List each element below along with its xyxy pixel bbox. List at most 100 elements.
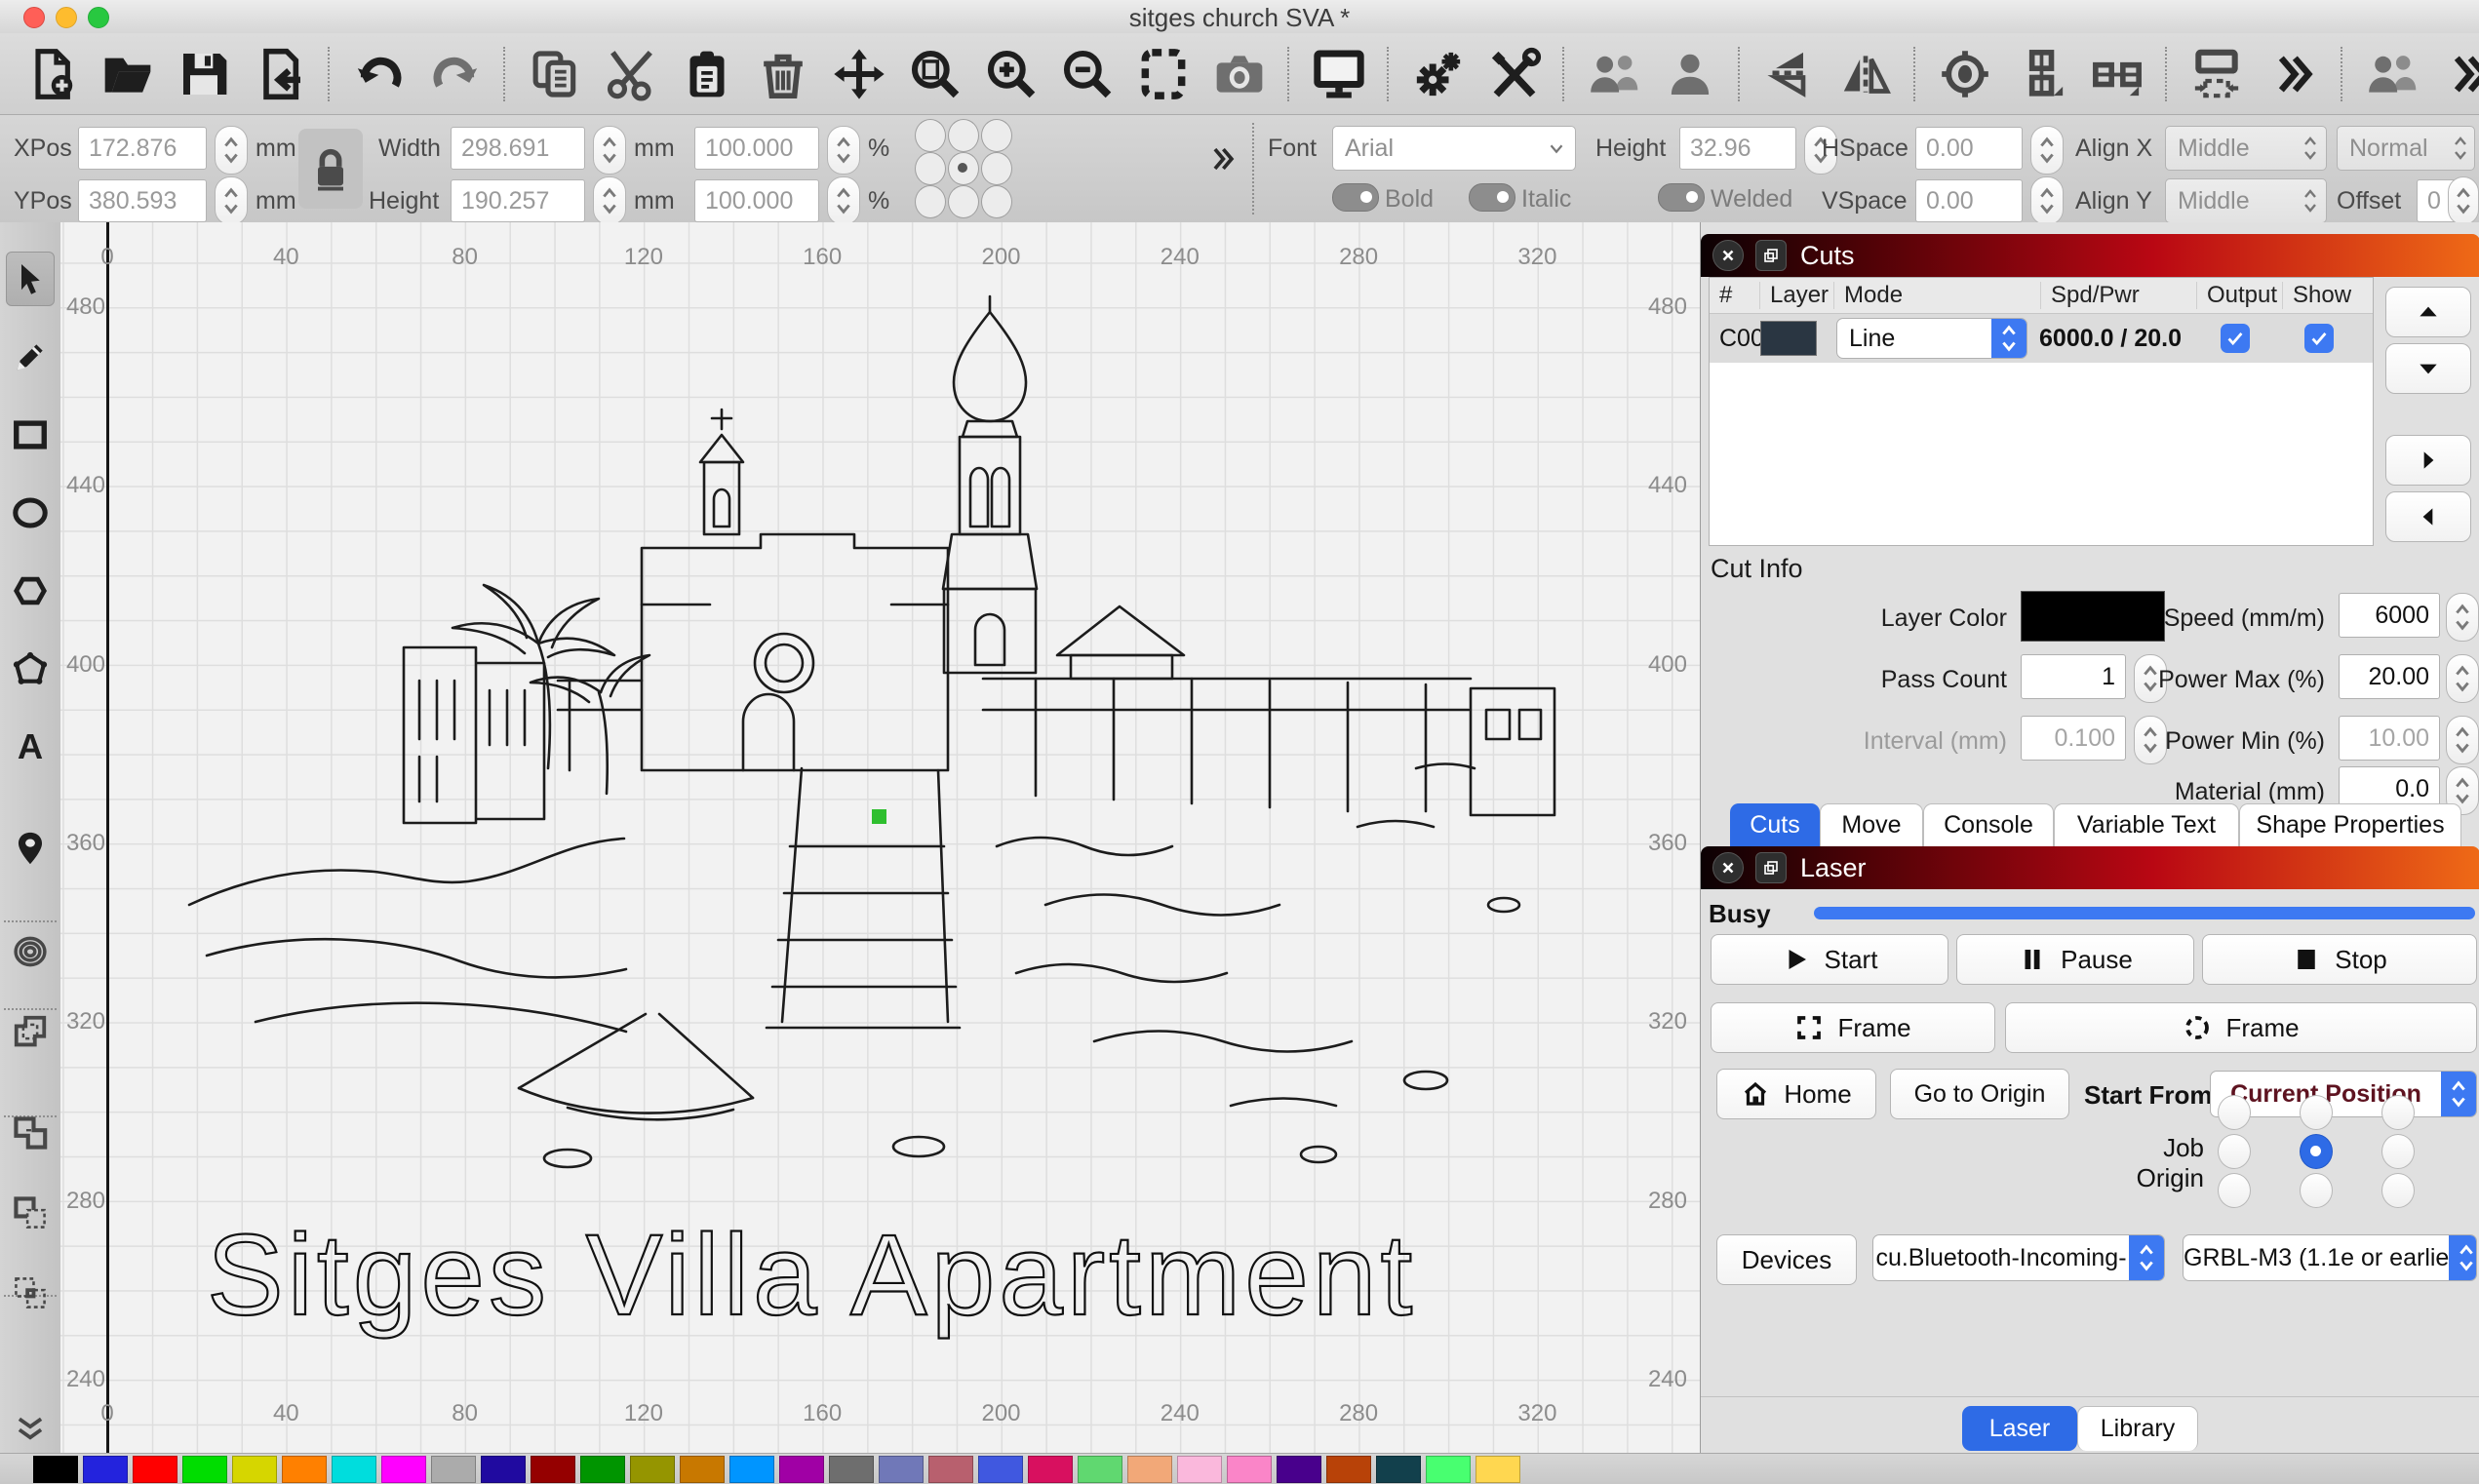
tab-move[interactable]: Move: [1820, 803, 1923, 846]
height-input[interactable]: [451, 179, 585, 222]
tab-cuts[interactable]: Cuts: [1730, 803, 1820, 846]
palette-color[interactable]: [580, 1456, 625, 1483]
cut-layer-row[interactable]: C00 Line 6000.0 / 20.0: [1710, 314, 2373, 363]
welded-toggle[interactable]: [1658, 183, 1705, 212]
frame-selection-button[interactable]: [1125, 43, 1201, 105]
palette-color[interactable]: [1277, 1456, 1321, 1483]
boolean-union-tool[interactable]: [6, 1106, 55, 1160]
close-icon[interactable]: [1712, 852, 1744, 883]
offset-shapes-tool[interactable]: [6, 924, 55, 979]
tab-console[interactable]: Console: [1923, 803, 2054, 846]
palette-color[interactable]: [1426, 1456, 1471, 1483]
palette-color[interactable]: [33, 1456, 78, 1483]
copy-button[interactable]: [517, 43, 593, 105]
polygon-tool[interactable]: [6, 564, 55, 618]
palette-color[interactable]: [282, 1456, 327, 1483]
cut-button[interactable]: [593, 43, 669, 105]
layer-move-down-button[interactable]: [2385, 343, 2471, 394]
zoom-in-button[interactable]: [973, 43, 1049, 105]
job-origin-radio-1-2[interactable]: [2381, 1134, 2415, 1169]
paste-button[interactable]: [669, 43, 745, 105]
undo-button[interactable]: [341, 43, 417, 105]
width-input[interactable]: [451, 127, 585, 170]
delete-button[interactable]: [745, 43, 821, 105]
tools-button[interactable]: [1476, 43, 1553, 105]
start-button[interactable]: Start: [1711, 934, 1948, 985]
cuts-panel-header[interactable]: Cuts: [1701, 234, 2479, 277]
engrave-text[interactable]: Sitges Villa Apartment: [207, 1211, 1416, 1340]
col-mode[interactable]: Mode: [1834, 282, 2041, 309]
job-origin-radio-1-0[interactable]: [2218, 1134, 2251, 1169]
palette-color[interactable]: [133, 1456, 177, 1483]
vspace-stepper[interactable]: [2030, 176, 2064, 225]
devices-button[interactable]: Devices: [1716, 1234, 1857, 1285]
frame-rect-button[interactable]: Frame: [1711, 1002, 1995, 1053]
height-percent-stepper[interactable]: [827, 176, 860, 225]
position-pin-tool[interactable]: [6, 821, 55, 876]
xpos-stepper[interactable]: [215, 126, 248, 175]
flip-vertical-button[interactable]: [1751, 43, 1828, 105]
vspace-input[interactable]: [1915, 179, 2023, 222]
distribute-vertical-button[interactable]: [2003, 43, 2079, 105]
palette-color[interactable]: [829, 1456, 874, 1483]
height-stepper[interactable]: [593, 176, 626, 225]
palette-color[interactable]: [978, 1456, 1023, 1483]
palette-color[interactable]: [928, 1456, 973, 1483]
port-dropdown[interactable]: cu.Bluetooth-Incoming-: [1872, 1234, 2165, 1281]
col-show[interactable]: Show: [2283, 282, 2369, 309]
col-layer[interactable]: Layer: [1760, 282, 1834, 309]
xpos-input[interactable]: [78, 127, 207, 170]
height-percent-input[interactable]: [694, 179, 819, 222]
font-height-input[interactable]: [1679, 127, 1796, 170]
anchor-grid[interactable]: [915, 119, 1014, 218]
open-button[interactable]: [90, 43, 166, 105]
palette-color[interactable]: [680, 1456, 725, 1483]
layer-color-swatch[interactable]: [1760, 321, 1817, 356]
col-spdpwr[interactable]: Spd/Pwr: [2041, 282, 2197, 309]
undock-icon[interactable]: [1755, 240, 1787, 271]
palette-color[interactable]: [879, 1456, 924, 1483]
col-output[interactable]: Output: [2197, 282, 2283, 309]
users-button[interactable]: [2354, 43, 2430, 105]
select-arrow-tool[interactable]: [6, 252, 55, 306]
church-line-drawing[interactable]: Sitges Villa Apartment: [60, 222, 1700, 1453]
home-button[interactable]: Home: [1716, 1069, 1876, 1119]
align-x-dropdown[interactable]: Middle: [2165, 126, 2327, 171]
speed-input[interactable]: [2339, 593, 2440, 638]
palette-color[interactable]: [1227, 1456, 1272, 1483]
import-button[interactable]: [242, 43, 318, 105]
boolean-subtract-tool[interactable]: [6, 1186, 55, 1240]
align-y-dropdown[interactable]: Middle: [2165, 178, 2327, 223]
zoom-page-button[interactable]: [897, 43, 973, 105]
save-button[interactable]: [166, 43, 242, 105]
palette-color[interactable]: [630, 1456, 675, 1483]
ypos-input[interactable]: [78, 179, 207, 222]
power-max-stepper[interactable]: [2446, 654, 2479, 703]
text-tool[interactable]: A: [6, 720, 55, 774]
monitor-button[interactable]: [1301, 43, 1377, 105]
bottom-tab-library[interactable]: Library: [2077, 1406, 2198, 1451]
close-icon[interactable]: [1712, 240, 1744, 271]
job-origin-radio-0-0[interactable]: [2218, 1095, 2251, 1130]
undock-icon[interactable]: [1755, 852, 1787, 883]
width-stepper[interactable]: [593, 126, 626, 175]
edit-nodes-tool[interactable]: [6, 642, 55, 696]
new-file-button[interactable]: [14, 43, 90, 105]
ellipse-tool[interactable]: [6, 486, 55, 540]
layer-move-up-button[interactable]: [2385, 287, 2471, 337]
palette-color[interactable]: [1078, 1456, 1122, 1483]
palette-color[interactable]: [729, 1456, 774, 1483]
palette-color[interactable]: [1028, 1456, 1073, 1483]
rectangle-tool[interactable]: [6, 408, 55, 462]
ypos-stepper[interactable]: [215, 176, 248, 225]
cut-layer-color-swatch[interactable]: [2021, 591, 2165, 642]
zoom-out-button[interactable]: [1049, 43, 1125, 105]
pass-count-input[interactable]: [2021, 654, 2126, 699]
pan-button[interactable]: [821, 43, 897, 105]
laser-panel-header[interactable]: Laser: [1701, 846, 2479, 889]
palette-color[interactable]: [1376, 1456, 1421, 1483]
target-button[interactable]: [1927, 43, 2003, 105]
bold-toggle[interactable]: [1332, 183, 1379, 212]
palette-color[interactable]: [1326, 1456, 1371, 1483]
job-origin-radio-2-2[interactable]: [2381, 1173, 2415, 1208]
